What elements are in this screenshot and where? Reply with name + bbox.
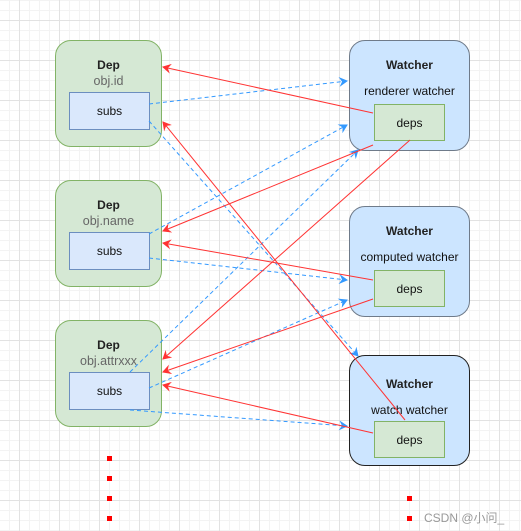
deps-box[interactable]: deps	[374, 104, 445, 141]
dep-node-obj-attrxxx[interactable]: Dep obj.attrxxx subs	[55, 320, 162, 427]
watcher-name: computed watcher	[360, 250, 459, 264]
subs-box[interactable]: subs	[69, 232, 150, 270]
watcher-title: Watcher	[386, 224, 433, 238]
watcher-title: Watcher	[386, 58, 433, 72]
watcher-title: Watcher	[386, 377, 433, 391]
dep-title: Dep	[97, 198, 120, 212]
dep-node-obj-id[interactable]: Dep obj.id subs	[55, 40, 162, 147]
ellipsis-dot	[107, 476, 112, 481]
watcher-name: watch watcher	[371, 403, 448, 417]
watcher-node-computed[interactable]: Watcher computed watcher deps	[349, 206, 470, 317]
ellipsis-dot	[407, 516, 412, 521]
dep-name: obj.id	[93, 74, 124, 88]
ellipsis-dot	[107, 496, 112, 501]
subs-box[interactable]: subs	[69, 372, 150, 410]
watcher-node-watch[interactable]: Watcher watch watcher deps	[349, 355, 470, 466]
dep-node-obj-name[interactable]: Dep obj.name subs	[55, 180, 162, 287]
watermark: CSDN @小问_	[424, 511, 505, 525]
dep-title: Dep	[97, 58, 120, 72]
dep-name: obj.attrxxx	[80, 354, 137, 368]
ellipsis-dot	[407, 496, 412, 501]
ellipsis-dot	[107, 456, 112, 461]
dep-title: Dep	[97, 338, 120, 352]
subs-box[interactable]: subs	[69, 92, 150, 130]
deps-box[interactable]: deps	[374, 421, 445, 458]
deps-box[interactable]: deps	[374, 270, 445, 307]
ellipsis-dot	[107, 516, 112, 521]
dep-name: obj.name	[82, 214, 135, 228]
watcher-name: renderer watcher	[364, 84, 455, 98]
watcher-node-renderer[interactable]: Watcher renderer watcher deps	[349, 40, 470, 151]
